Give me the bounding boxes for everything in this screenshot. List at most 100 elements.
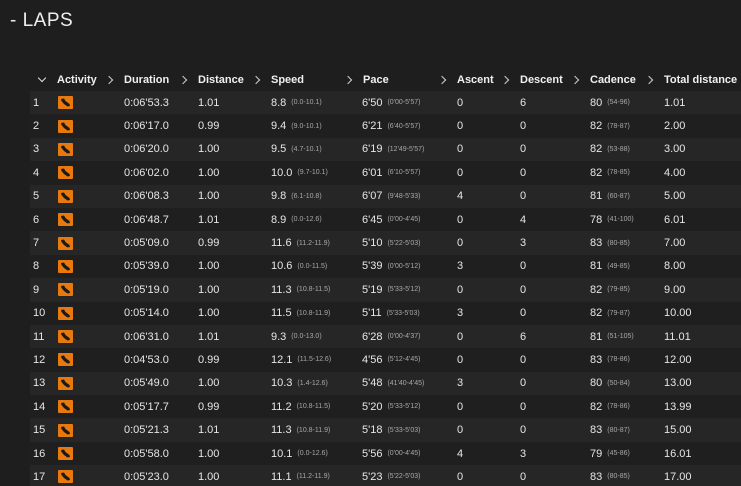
table-row[interactable]: 1 0:06'53.3 1.01 8.8 (0.0-10.1) 6'50 (0'00-5'5… xyxy=(30,91,741,115)
pace-range: (5'33-5'12) xyxy=(387,286,421,294)
lap-ascent: 0 xyxy=(457,470,464,483)
header-duration[interactable]: Duration xyxy=(104,69,170,91)
section-title[interactable]: - LAPS xyxy=(10,10,73,32)
activity-cell xyxy=(58,114,73,137)
table-row[interactable]: 11 0:06'31.0 1.01 9.3 (0.0-13.0) 6'28 (0'00-4'… xyxy=(30,324,741,349)
lap-distance: 1.01 xyxy=(198,96,220,109)
lap-pace: 5'23 (5'22-5'03) xyxy=(362,465,420,486)
lap-ascent: 3 xyxy=(457,307,464,320)
table-row[interactable]: 16 0:05'58.0 1.00 10.1 (0.0-12.6) 5'56 (0'00-4… xyxy=(30,441,741,466)
lap-ascent: 0 xyxy=(457,353,464,366)
running-shoe-icon[interactable] xyxy=(58,259,73,273)
running-shoe-icon[interactable] xyxy=(58,189,73,203)
running-shoe-icon[interactable] xyxy=(58,376,73,390)
lap-speed: 11.5 (10.8-11.9) xyxy=(271,302,330,325)
pace-value: 5'39 xyxy=(362,260,383,273)
table-row[interactable]: 15 0:05'21.3 1.01 11.3 (10.8-11.9) 5'18 (5'33-… xyxy=(30,418,741,442)
speed-range: (0.0-10.1) xyxy=(291,99,322,107)
pace-value: 6'19 xyxy=(362,143,383,156)
header-pace[interactable]: Pace xyxy=(343,69,389,91)
speed-value: 8.8 xyxy=(271,96,287,109)
running-shoe-icon[interactable] xyxy=(58,306,73,320)
running-shoe-icon[interactable] xyxy=(58,330,73,344)
lap-descent: 0 xyxy=(520,260,527,273)
lap-cadence: 82 (78-86) xyxy=(590,395,630,418)
lap-speed: 9.3 (0.0-13.0) xyxy=(271,325,322,348)
table-row[interactable]: 17 0:05'23.0 1.00 11.1 (11.2-11.9) 5'23 (5'22-… xyxy=(30,465,741,486)
speed-value: 10.6 xyxy=(271,260,293,273)
running-shoe-icon[interactable] xyxy=(58,447,73,461)
table-row[interactable]: 3 0:06'20.0 1.00 9.5 (4.7-10.1) 6'19 (12'49-5'… xyxy=(30,137,741,162)
header-duration-label: Duration xyxy=(124,74,170,86)
cadence-value: 82 xyxy=(590,166,603,179)
table-row[interactable]: 7 0:05'09.0 0.99 11.6 (11.2-11.9) 5'10 (5'22-5… xyxy=(30,231,741,255)
header-cadence[interactable]: Cadence xyxy=(570,69,636,91)
pace-value: 5'48 xyxy=(362,377,383,390)
activity-cell xyxy=(58,231,73,254)
pace-range: (5'33-5'03) xyxy=(387,426,421,434)
chevron-right-icon[interactable] xyxy=(644,75,654,85)
table-row[interactable]: 12 0:04'53.0 0.99 12.1 (11.5-12.6) 4'56 (5'12-… xyxy=(30,348,741,372)
running-shoe-icon[interactable] xyxy=(58,353,73,367)
chevron-right-icon[interactable] xyxy=(500,75,510,85)
lap-ascent: 0 xyxy=(457,283,464,296)
running-shoe-icon[interactable] xyxy=(58,142,73,156)
header-speed[interactable]: Speed xyxy=(251,69,304,91)
lap-duration: 0:06'31.0 xyxy=(124,330,169,343)
header-pace-label: Pace xyxy=(363,74,389,86)
running-shoe-icon[interactable] xyxy=(58,213,73,227)
running-shoe-icon[interactable] xyxy=(58,119,73,133)
running-shoe-icon[interactable] xyxy=(58,166,73,180)
running-shoe-icon[interactable] xyxy=(58,96,73,110)
activity-cell xyxy=(58,372,73,395)
lap-duration: 0:05'17.7 xyxy=(124,400,169,413)
lap-cadence: 81 (60-87) xyxy=(590,185,630,208)
table-row[interactable]: 2 0:06'17.0 0.99 9.4 (9.0-10.1) 6'21 (6'40-5'5… xyxy=(30,114,741,138)
cadence-range: (54-96) xyxy=(607,99,630,107)
chevron-right-icon[interactable] xyxy=(437,75,447,85)
lap-distance: 1.00 xyxy=(198,283,220,296)
speed-range: (0.0-11.5) xyxy=(297,262,328,270)
activity-cell xyxy=(58,302,73,325)
table-row[interactable]: 6 0:06'48.7 1.01 8.9 (0.0-12.6) 6'45 (0'00-4'4… xyxy=(30,207,741,232)
table-row[interactable]: 9 0:05'19.0 1.00 11.3 (10.8-11.5) 5'19 (5'33-5… xyxy=(30,278,741,302)
chevron-right-icon[interactable] xyxy=(104,75,114,85)
running-shoe-icon[interactable] xyxy=(58,283,73,297)
lap-pace: 6'19 (12'49-5'57) xyxy=(362,138,424,161)
chevron-right-icon[interactable] xyxy=(570,75,580,85)
table-row[interactable]: 4 0:06'02.0 1.00 10.0 (9.7-10.1) 6'01 (6'10-5'… xyxy=(30,161,741,185)
cadence-range: (80-87) xyxy=(607,426,630,434)
table-row[interactable]: 10 0:05'14.0 1.00 11.5 (10.8-11.9) 5'11 (5'33-… xyxy=(30,301,741,325)
running-shoe-icon[interactable] xyxy=(58,236,73,250)
pace-value: 6'01 xyxy=(362,166,383,179)
running-shoe-icon[interactable] xyxy=(58,470,73,484)
chevron-right-icon[interactable] xyxy=(178,75,188,85)
lap-pace: 5'56 (0'00-4'45) xyxy=(362,442,420,465)
header-ascent[interactable]: Ascent xyxy=(437,69,494,91)
speed-range: (11.2-11.9) xyxy=(296,473,330,481)
lap-distance: 1.01 xyxy=(198,330,220,343)
running-shoe-icon[interactable] xyxy=(58,423,73,437)
lap-total-distance: 7.00 xyxy=(664,237,686,250)
lap-total-distance: 10.00 xyxy=(664,307,692,320)
table-row[interactable]: 8 0:05'39.0 1.00 10.6 (0.0-11.5) 5'39 (0'00-5'… xyxy=(30,254,741,279)
header-activity[interactable]: Activity xyxy=(37,69,97,91)
chevron-down-icon[interactable] xyxy=(37,73,47,83)
lap-descent: 0 xyxy=(520,307,527,320)
table-row[interactable]: 5 0:06'08.3 1.00 9.8 (6.1-10.8) 6'07 (9'48-5'3… xyxy=(30,184,741,208)
lap-descent: 0 xyxy=(520,400,527,413)
lap-distance: 0.99 xyxy=(198,120,220,133)
table-row[interactable]: 13 0:05'49.0 1.00 10.3 (1.4-12.6) 5'48 (41'40-… xyxy=(30,371,741,396)
lap-distance: 1.00 xyxy=(198,190,220,203)
lap-descent: 0 xyxy=(520,166,527,179)
pace-value: 5'56 xyxy=(362,447,383,460)
header-descent[interactable]: Descent xyxy=(500,69,563,91)
chevron-right-icon[interactable] xyxy=(251,75,261,85)
table-row[interactable]: 14 0:05'17.7 0.99 11.2 (10.8-11.5) 5'20 (5'33-… xyxy=(30,395,741,419)
header-total-distance[interactable]: Total distance xyxy=(644,69,737,91)
header-distance[interactable]: Distance xyxy=(178,69,244,91)
lap-descent: 4 xyxy=(520,213,527,226)
speed-value: 8.9 xyxy=(271,213,287,226)
chevron-right-icon[interactable] xyxy=(343,75,353,85)
running-shoe-icon[interactable] xyxy=(58,400,73,414)
